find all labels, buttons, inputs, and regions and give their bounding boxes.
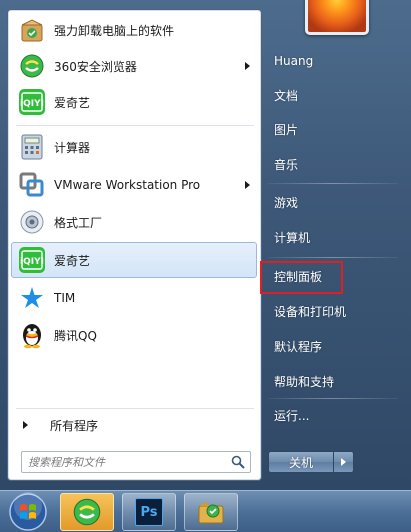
program-label: TIM [54,291,76,305]
start-menu: 强力卸载电脑上的软件 360安全浏览器 iQIYI 爱奇艺 计算器 VMware… [0,0,411,490]
calculator-icon [18,133,46,161]
start-menu-screen: 强力卸载电脑上的软件 360安全浏览器 iQIYI 爱奇艺 计算器 VMware… [0,0,411,532]
right-item-label: 设备和打印机 [274,304,347,319]
format-factory-icon [18,208,46,236]
right-item-label: 图片 [274,122,299,137]
program-item-qq[interactable]: 腾讯QQ [11,317,257,353]
right-item-label: 音乐 [274,157,299,172]
right-item-user[interactable]: Huang [268,47,403,75]
iqiyi-icon: iQIYI [18,88,46,116]
shutdown-control: 关机 [268,451,355,473]
program-label: 爱奇艺 [54,253,91,268]
right-item-pictures[interactable]: 图片 [268,115,403,143]
program-panel: 强力卸载电脑上的软件 360安全浏览器 iQIYI 爱奇艺 计算器 VMware… [7,9,262,481]
right-item-run[interactable]: 运行... [268,401,403,429]
right-item-label: 运行... [274,408,310,423]
program-item-uninstall[interactable]: 强力卸载电脑上的软件 [11,12,257,48]
right-item-computer[interactable]: 计算机 [268,223,403,251]
program-item-iqiyi[interactable]: iQIYI 爱奇艺 [11,84,257,120]
program-label: VMware Workstation Pro [54,178,201,192]
shutdown-options-button[interactable] [334,451,354,473]
program-label: 格式工厂 [54,215,103,230]
all-programs-label: 所有程序 [50,418,99,433]
arrow-right-icon [341,458,346,466]
shutdown-button[interactable]: 关机 [268,451,334,473]
right-item-devices-printers[interactable]: 设备和打印机 [268,297,403,325]
vmware-icon [18,171,46,199]
start-button[interactable] [2,491,54,532]
program-label: 360安全浏览器 [54,59,137,74]
program-item-vmware[interactable]: VMware Workstation Pro [11,167,257,203]
search-icon[interactable] [231,455,245,469]
qq-icon [18,321,46,349]
program-item-tim[interactable]: TIM [11,280,257,316]
program-label: 爱奇艺 [54,95,91,110]
right-separator [268,183,398,184]
submenu-arrow-icon[interactable] [245,181,250,189]
right-separator [268,398,398,399]
uninstall-icon [18,16,46,44]
svg-text:iQIYI: iQIYI [20,99,44,109]
right-item-label: 帮助和支持 [274,374,335,389]
program-item-360-browser[interactable]: 360安全浏览器 [11,48,257,84]
program-label: 计算器 [54,140,91,155]
right-item-label: 游戏 [274,195,299,210]
submenu-arrow-icon[interactable] [245,62,250,70]
iqiyi-icon: iQIYI [18,246,46,274]
triangle-right-icon [23,421,28,429]
taskbar-photoshop[interactable]: Ps [122,493,176,531]
program-item-format-factory[interactable]: 格式工厂 [11,204,257,240]
360-browser-icon [73,498,101,526]
start-orb-icon [9,492,47,531]
right-item-label: 默认程序 [274,339,323,354]
user-picture[interactable] [305,0,369,35]
right-item-default-programs[interactable]: 默认程序 [268,332,403,360]
tim-icon [18,284,46,312]
right-item-music[interactable]: 音乐 [268,150,403,178]
folder-app-icon [198,502,224,524]
360-browser-icon [18,52,46,80]
taskbar-360-browser[interactable] [60,493,114,531]
svg-text:iQIYI: iQIYI [20,257,44,267]
taskbar-folder-app[interactable] [184,493,238,531]
right-item-label: Huang [274,54,314,68]
photoshop-icon: Ps [135,498,163,526]
separator [16,125,254,126]
control-panel-highlight [260,261,343,294]
all-programs-button[interactable]: 所有程序 [11,412,257,438]
separator [16,408,254,409]
right-item-label: 文档 [274,88,299,103]
right-item-label: 计算机 [274,230,311,245]
right-item-games[interactable]: 游戏 [268,188,403,216]
photoshop-label: Ps [140,504,158,520]
right-item-help-support[interactable]: 帮助和支持 [268,367,403,395]
search-box[interactable] [21,451,251,473]
program-label: 强力卸载电脑上的软件 [54,23,175,38]
taskbar: Ps [0,490,411,532]
program-item-iqiyi-selected[interactable]: iQIYI 爱奇艺 [11,242,257,278]
right-item-documents[interactable]: 文档 [268,81,403,109]
search-input[interactable] [28,455,223,469]
right-separator [268,257,398,258]
program-label: 腾讯QQ [54,328,97,343]
program-item-calculator[interactable]: 计算器 [11,129,257,165]
